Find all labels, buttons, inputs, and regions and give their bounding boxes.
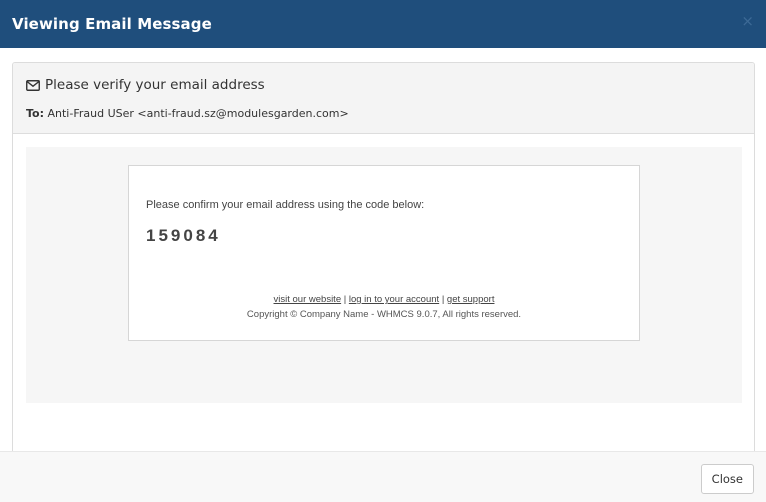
modal-footer: Close (0, 451, 766, 502)
recipient-row: To: Anti-Fraud USer <anti-fraud.sz@modul… (26, 107, 754, 120)
message-subject: Please verify your email address (45, 77, 265, 93)
message-heading: Please verify your email address To: Ant… (13, 63, 754, 134)
email-intro-text: Please confirm your email address using … (146, 199, 425, 211)
email-viewer-modal: Viewing Email Message × Please verify yo… (0, 0, 766, 502)
link-separator: | (343, 294, 347, 305)
message-panel: Please verify your email address To: Ant… (12, 62, 755, 469)
modal-header: Viewing Email Message × (0, 0, 766, 48)
envelope-icon (26, 79, 40, 91)
subject-row: Please verify your email address (26, 77, 754, 93)
email-content-card: Please confirm your email address using … (128, 165, 640, 341)
visit-website-link[interactable]: visit our website (274, 294, 342, 305)
close-button[interactable]: Close (700, 464, 754, 494)
get-support-link[interactable]: get support (447, 294, 495, 305)
modal-body: Please verify your email address To: Ant… (0, 48, 766, 469)
modal-title: Viewing Email Message (12, 15, 212, 33)
login-account-link[interactable]: log in to your account (349, 294, 439, 305)
recipient-label: To: (26, 107, 44, 120)
link-separator: | (441, 294, 445, 305)
email-preview-area: Please confirm your email address using … (26, 147, 742, 403)
email-copyright: Copyright © Company Name - WHMCS 9.0.7, … (246, 309, 522, 320)
recipient-value: Anti-Fraud USer <anti-fraud.sz@modulesga… (47, 107, 349, 120)
close-icon[interactable]: × (741, 14, 754, 29)
verification-code: 159084 (146, 226, 221, 245)
email-footer-links: visit our website | log in to your accou… (129, 294, 639, 305)
